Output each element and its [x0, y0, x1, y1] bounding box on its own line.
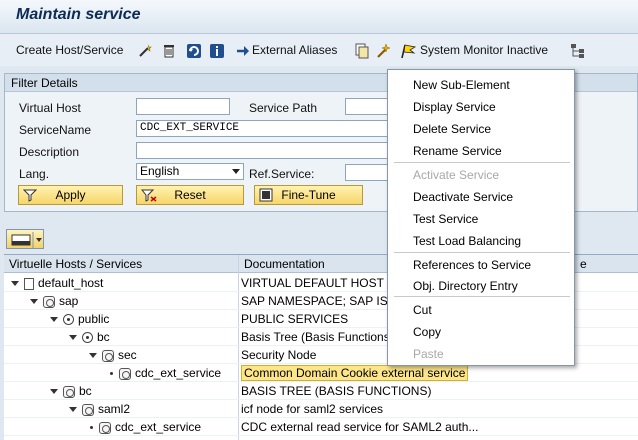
hierarchy-icon[interactable] [570, 42, 586, 60]
menu-item-cut[interactable]: Cut [413, 303, 432, 317]
tree-node-label: bc [79, 384, 92, 398]
menu-separator [394, 296, 570, 297]
expand-arrow-icon[interactable] [11, 281, 19, 287]
tree-row[interactable]: bc BASIS TREE (BASIS FUNCTIONS) [4, 382, 638, 400]
filter-icon [22, 188, 38, 207]
service-gear-icon [43, 295, 55, 308]
magic-tool-icon[interactable] [376, 42, 392, 60]
apply-label: Apply [55, 188, 86, 202]
menu-item-delete-service[interactable]: Delete Service [413, 122, 491, 136]
fine-tune-label: Fine-Tune [281, 188, 336, 202]
tree-node-label: sap [59, 294, 79, 308]
menu-item-test-service[interactable]: Test Service [413, 212, 478, 226]
title-bar: Maintain service [0, 0, 638, 34]
leaf-bullet-icon [90, 426, 93, 430]
menu-item-deactivate-service[interactable]: Deactivate Service [413, 190, 513, 204]
system-monitor-inactive-button[interactable]: System Monitor Inactive [420, 42, 548, 60]
menu-item-obj-directory-entry[interactable]: Obj. Directory Entry [413, 279, 518, 293]
print-layout-icon [11, 232, 42, 248]
tree-node-doc: Basis Tree (Basis Functions [241, 330, 390, 344]
menu-item-new-sub-element[interactable]: New Sub-Element [413, 78, 510, 92]
node-icon [82, 332, 93, 344]
menu-item-copy[interactable]: Copy [413, 325, 441, 339]
description-label: Description [19, 145, 80, 159]
virtual-host-label: Virtual Host [19, 101, 81, 115]
language-select[interactable]: English [136, 163, 244, 180]
tree-node-label: public [78, 312, 110, 326]
tree-node-doc: Security Node [241, 348, 317, 362]
service-gear-icon [63, 385, 75, 398]
service-gear-icon [82, 403, 94, 416]
leaf-bullet-icon [110, 372, 113, 376]
menu-item-rename-service[interactable]: Rename Service [413, 144, 502, 158]
language-select-value: English [140, 164, 180, 178]
trash-icon[interactable] [162, 42, 176, 60]
expand-arrow-icon[interactable] [50, 389, 58, 395]
column-truncated[interactable]: e [580, 257, 587, 271]
expand-arrow-icon[interactable] [30, 299, 38, 305]
service-gear-icon [99, 421, 111, 434]
service-gear-icon [102, 349, 114, 362]
filter-details-title: Filter Details [11, 76, 78, 90]
tree-node-label: saml2 [98, 402, 131, 416]
menu-item-paste: Paste [413, 347, 444, 361]
menu-item-activate-service: Activate Service [413, 168, 500, 182]
service-gear-icon [119, 367, 131, 380]
expand-arrow-icon[interactable] [69, 335, 77, 341]
tree-row[interactable]: cdc_ext_service CDC external read servic… [4, 418, 638, 436]
info-icon[interactable] [209, 42, 225, 60]
node-icon [63, 314, 74, 326]
service-name-input[interactable]: CDC_EXT_SERVICE [136, 120, 405, 137]
tree-node-doc: VIRTUAL DEFAULT HOST [241, 276, 384, 290]
tree-node-doc: icf node for saml2 services [241, 402, 384, 416]
expand-arrow-icon[interactable] [69, 407, 77, 413]
apply-button[interactable]: Apply [18, 185, 123, 205]
application-toolbar: Create Host/Service External Aliases Sys… [0, 34, 638, 66]
refresh-icon[interactable] [186, 42, 202, 60]
layout-menu-button[interactable] [6, 229, 44, 249]
menu-item-display-service[interactable]: Display Service [413, 100, 496, 114]
tree-row[interactable]: saml2 icf node for saml2 services [4, 400, 638, 418]
tune-icon [259, 188, 273, 207]
service-name-label: ServiceName [19, 123, 92, 137]
tree-node-label: sec [118, 348, 137, 362]
arrow-right-icon[interactable] [236, 42, 250, 60]
tree-node-doc: PUBLIC SERVICES [241, 312, 349, 326]
tree-node-label: default_host [38, 276, 104, 290]
menu-item-test-load-balancing[interactable]: Test Load Balancing [413, 234, 521, 248]
create-host-service-button[interactable]: Create Host/Service [16, 42, 123, 60]
column-documentation[interactable]: Documentation [244, 257, 325, 271]
expand-arrow-icon[interactable] [89, 353, 97, 359]
tree-row-selected[interactable]: cdc_ext_service Common Domain Cookie ext… [4, 364, 638, 382]
tree-node-label: cdc_ext_service [115, 420, 202, 434]
tree-node-label: bc [97, 330, 110, 344]
lang-label: Lang. [19, 167, 50, 181]
copy-document-icon[interactable] [354, 42, 370, 60]
tree-node-doc: CDC external read service for SAML2 auth… [241, 420, 479, 434]
description-input[interactable] [136, 142, 405, 159]
ref-service-label: Ref.Service: [249, 167, 315, 181]
wand-icon[interactable] [137, 42, 153, 60]
expand-arrow-icon[interactable] [50, 317, 58, 323]
reset-label: Reset [174, 188, 206, 202]
tree-node-doc: SAP NAMESPACE; SAP IS O [241, 294, 401, 308]
context-menu: New Sub-Element Display Service Delete S… [387, 69, 575, 366]
menu-item-references-to-service[interactable]: References to Service [413, 258, 531, 272]
host-icon [24, 277, 34, 290]
monitor-flag-icon[interactable] [400, 42, 418, 60]
tree-node-doc: BASIS TREE (BASIS FUNCTIONS) [241, 384, 432, 398]
service-path-label: Service Path [249, 101, 318, 115]
tree-node-label: cdc_ext_service [135, 366, 222, 380]
page-title: Maintain service [16, 6, 141, 23]
reset-button[interactable]: Reset [136, 185, 244, 205]
column-hosts-services[interactable]: Virtuelle Hosts / Services [9, 257, 142, 271]
fine-tune-button[interactable]: Fine-Tune [254, 185, 363, 205]
chevron-down-icon [232, 169, 240, 174]
menu-separator [394, 252, 570, 253]
virtual-host-input[interactable] [136, 98, 230, 115]
external-aliases-button[interactable]: External Aliases [252, 42, 337, 60]
tree-node-doc-highlighted: Common Domain Cookie external service [241, 365, 469, 381]
reset-filter-icon [140, 188, 157, 207]
menu-separator [394, 162, 570, 163]
